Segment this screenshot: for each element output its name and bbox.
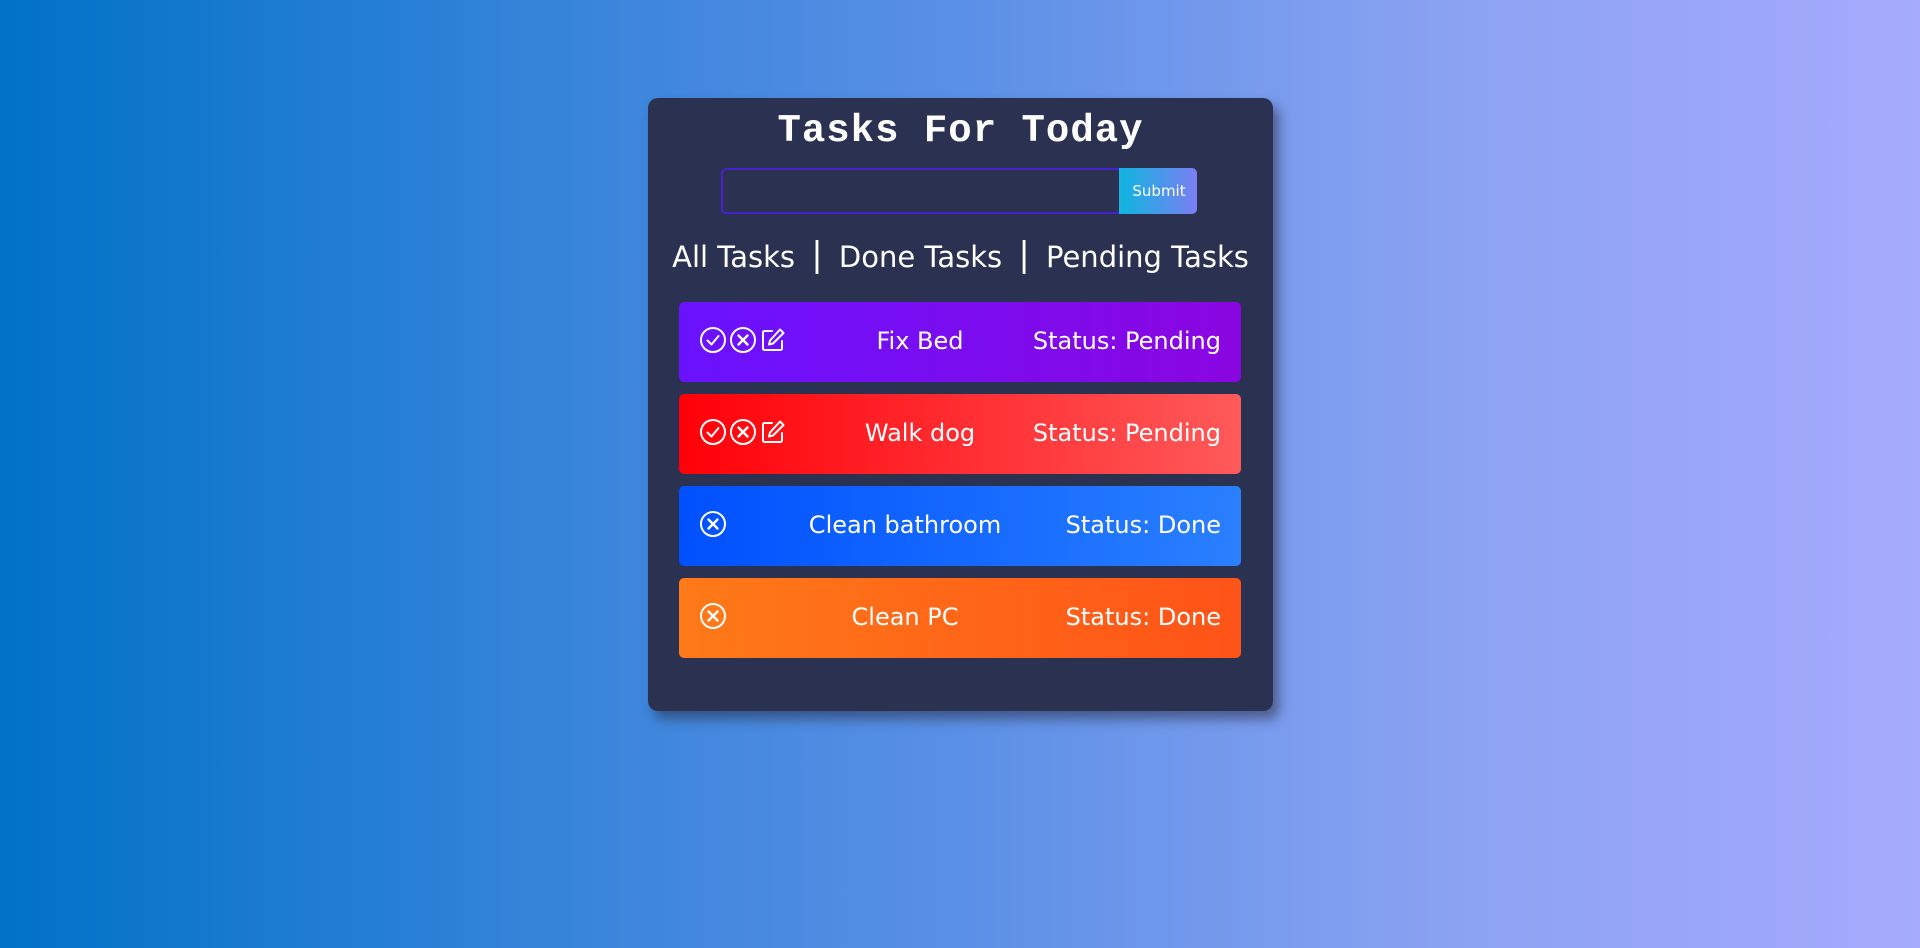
task-status: Status: Done — [1065, 511, 1221, 539]
task-actions — [699, 602, 727, 630]
filter-all-tasks[interactable]: All Tasks — [672, 240, 795, 274]
x-circle-icon[interactable] — [699, 510, 727, 538]
task-card: Tasks For Today Submit All Tasks | Done … — [648, 98, 1273, 711]
x-circle-icon[interactable] — [729, 326, 757, 354]
edit-icon[interactable] — [759, 326, 787, 354]
task-name: Clean PC — [851, 603, 959, 631]
task-item: Clean PC Status: Done — [679, 578, 1241, 658]
task-item: Fix Bed Status: Pending — [679, 302, 1241, 382]
task-list: Fix Bed Status: Pending Walk dog Status:… — [679, 302, 1241, 670]
task-status: Status: Done — [1065, 603, 1221, 631]
task-input[interactable] — [721, 168, 1119, 214]
task-name: Fix Bed — [876, 327, 964, 355]
task-form: Submit — [721, 168, 1197, 214]
task-name: Walk dog — [864, 419, 976, 447]
check-circle-icon[interactable] — [699, 418, 727, 446]
task-item: Clean bathroom Status: Done — [679, 486, 1241, 566]
edit-icon[interactable] — [759, 418, 787, 446]
page-title: Tasks For Today — [777, 109, 1144, 153]
task-status: Status: Pending — [1032, 327, 1221, 355]
filter-nav: All Tasks | Done Tasks | Pending Tasks — [648, 235, 1273, 276]
task-actions — [699, 418, 787, 446]
filter-done-tasks[interactable]: Done Tasks — [839, 240, 1002, 274]
task-item: Walk dog Status: Pending — [679, 394, 1241, 474]
task-actions — [699, 510, 727, 538]
task-name: Clean bathroom — [808, 511, 1002, 539]
submit-button[interactable]: Submit — [1119, 168, 1197, 214]
filter-separator: | — [811, 235, 823, 275]
task-actions — [699, 326, 787, 354]
filter-separator: | — [1018, 235, 1030, 275]
filter-pending-tasks[interactable]: Pending Tasks — [1046, 240, 1249, 274]
x-circle-icon[interactable] — [729, 418, 757, 446]
x-circle-icon[interactable] — [699, 602, 727, 630]
check-circle-icon[interactable] — [699, 326, 727, 354]
task-status: Status: Pending — [1032, 419, 1221, 447]
